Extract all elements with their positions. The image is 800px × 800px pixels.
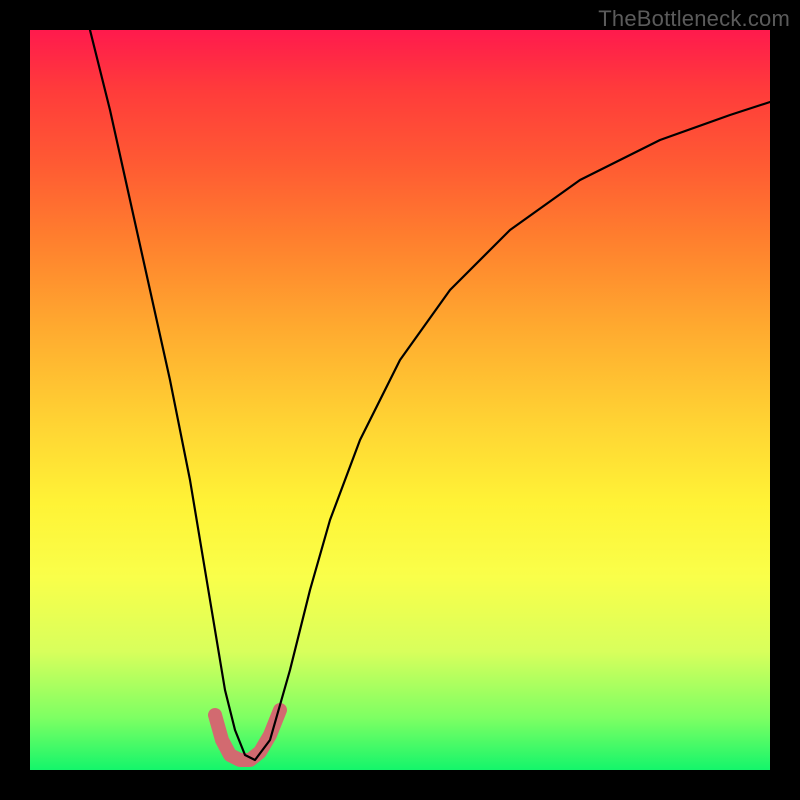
bottleneck-curve-path bbox=[90, 30, 770, 760]
plot-area bbox=[30, 30, 770, 770]
chart-svg bbox=[30, 30, 770, 770]
chart-container: TheBottleneck.com bbox=[0, 0, 800, 800]
bottom-highlight-path bbox=[215, 710, 280, 760]
watermark-text: TheBottleneck.com bbox=[598, 6, 790, 32]
